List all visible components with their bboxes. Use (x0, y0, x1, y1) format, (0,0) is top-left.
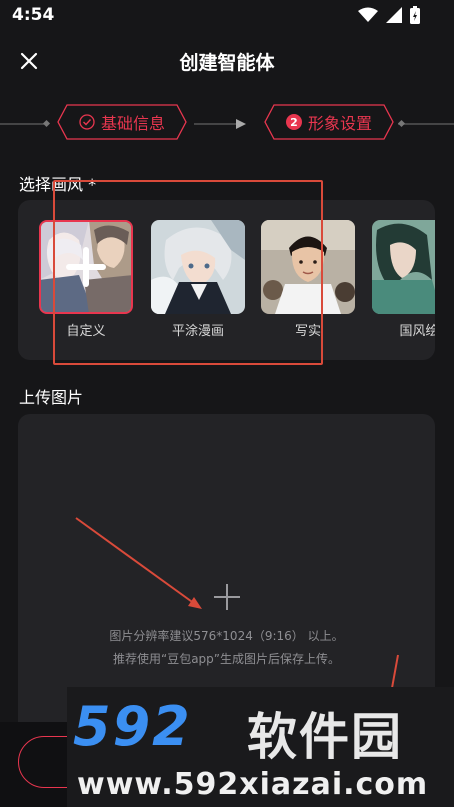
step-avatar-settings-label: 形象设置 (307, 114, 372, 133)
status-time: 4:54 (12, 5, 55, 25)
style-option-realistic[interactable]: 写实 (260, 220, 356, 339)
add-image-icon (214, 584, 240, 610)
page-title: 创建智能体 (179, 52, 275, 74)
upload-hint-recommend: 推荐使用“豆包app”生成图片后保存上传。 (112, 652, 341, 666)
battery-icon (410, 6, 420, 24)
watermark-url: www.592xiazai.com (77, 767, 429, 802)
upload-hint-resolution: 图片分辨率建议576*1024（9:16） 以上。 (109, 629, 344, 643)
style-thumb-flat-comic (151, 220, 245, 314)
style-label-custom: 自定义 (66, 324, 106, 339)
upload-section-label: 上传图片 (19, 388, 84, 407)
style-section-label: 选择画风 * (19, 175, 97, 194)
wifi-icon (358, 7, 378, 22)
step-basic-info-label: 基础信息 (100, 114, 165, 133)
style-option-custom[interactable]: 自定义 (38, 220, 134, 339)
stepper: 基础信息 2 形象设置 (0, 104, 454, 144)
watermark-brand: 软件园 (247, 708, 403, 766)
watermark: 592 软件园 www.592xiazai.com (67, 687, 454, 807)
step-basic-info[interactable]: 基础信息 (57, 104, 187, 140)
style-option-flat-comic[interactable]: 平涂漫画 (150, 220, 246, 339)
status-bar: 4:54 (0, 0, 454, 32)
style-option-guofeng[interactable]: 国风绘 (371, 220, 435, 339)
plus-icon (66, 247, 106, 287)
step-avatar-settings[interactable]: 2 形象设置 (264, 104, 394, 140)
style-thumb-guofeng (372, 220, 435, 314)
status-icons (358, 6, 420, 24)
header: 创建智能体 (0, 40, 454, 84)
style-label-realistic: 写实 (294, 324, 321, 339)
signal-icon (386, 7, 402, 23)
watermark-logo: 592 (73, 695, 192, 758)
check-circle-icon (79, 114, 95, 130)
step-number-badge: 2 (285, 114, 302, 130)
style-label-flat-comic: 平涂漫画 (171, 324, 224, 339)
style-panel: 自定义 平涂漫画 写实 国风绘 (18, 200, 435, 360)
style-label-guofeng: 国风绘 (399, 324, 435, 339)
style-thumb-custom (39, 220, 133, 314)
style-thumb-realistic (261, 220, 355, 314)
